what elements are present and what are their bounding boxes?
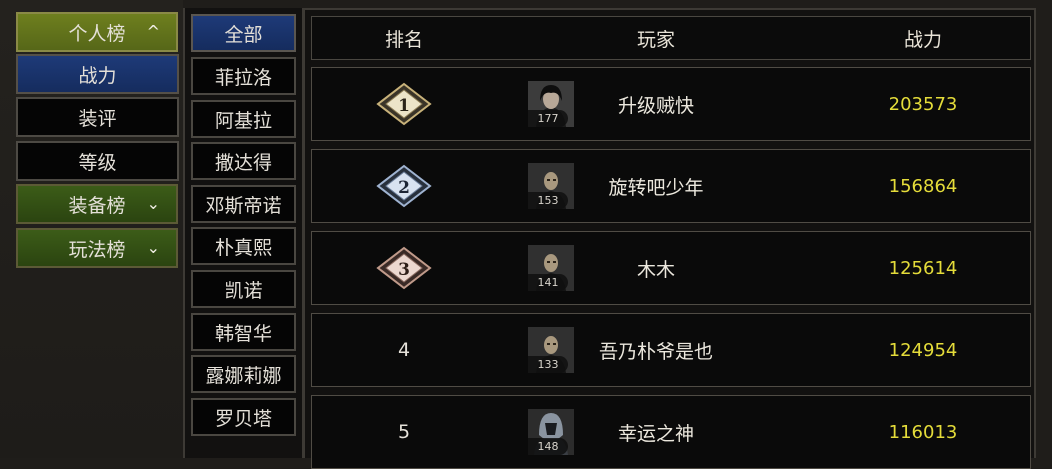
ranking-table: 排名 玩家 战力 1 177 升级贼快 203573 2 153 旋转吧少年 1… — [303, 8, 1036, 469]
power-cell: 124954 — [816, 314, 1030, 386]
character-tab[interactable]: 罗贝塔 — [191, 398, 296, 436]
player-name: 吾乃朴爷是也 — [598, 340, 713, 363]
power-cell: 156864 — [816, 150, 1030, 222]
player-level: 141 — [528, 274, 568, 291]
personal-ranking-category[interactable]: 个人榜 ^ — [16, 12, 178, 52]
equipment-ranking-category[interactable]: 装备榜 ⌄ — [16, 184, 178, 224]
rank-number: 4 — [397, 339, 411, 361]
power-value: 203573 — [888, 93, 958, 115]
table-header: 排名 玩家 战力 — [311, 16, 1031, 60]
menu-item-level[interactable]: 等级 — [16, 141, 179, 181]
character-tab-label: 邓斯帝诺 — [205, 194, 282, 217]
header-player: 玩家 — [636, 28, 675, 51]
header-rank: 排名 — [384, 28, 423, 51]
personal-ranking-label: 个人榜 — [68, 22, 126, 45]
power-value: 156864 — [888, 175, 958, 197]
gameplay-ranking-category[interactable]: 玩法榜 ⌄ — [16, 228, 178, 268]
chevron-down-icon: ⌄ — [146, 194, 160, 213]
power-value: 125614 — [888, 257, 958, 279]
rank-3-medal-icon: 3 — [376, 246, 432, 290]
character-tab[interactable]: 阿基拉 — [191, 100, 296, 138]
menu-item-label: 战力 — [78, 64, 117, 87]
table-row[interactable]: 2 153 旋转吧少年 156864 — [311, 149, 1031, 223]
character-tab[interactable]: 撒达得 — [191, 142, 296, 180]
table-row[interactable]: 1 177 升级贼快 203573 — [311, 67, 1031, 141]
medal-rank-text: 3 — [398, 260, 410, 280]
character-tab-label: 朴真熙 — [214, 236, 272, 259]
character-tab-label: 全部 — [224, 23, 263, 46]
player-level: 148 — [528, 438, 568, 455]
player-level: 153 — [528, 192, 568, 209]
player-avatar[interactable]: 133 — [528, 327, 574, 373]
character-tab[interactable]: 朴真熙 — [191, 227, 296, 265]
player-avatar[interactable]: 177 — [528, 81, 574, 127]
table-row[interactable]: 3 141 木木 125614 — [311, 231, 1031, 305]
character-tab[interactable]: 露娜莉娜 — [191, 355, 296, 393]
character-tab[interactable]: 邓斯帝诺 — [191, 185, 296, 223]
rank-cell: 2 — [312, 150, 496, 222]
chevron-down-icon: ⌄ — [146, 238, 160, 257]
player-name: 木木 — [636, 258, 675, 281]
player-avatar[interactable]: 141 — [528, 245, 574, 291]
power-cell: 116013 — [816, 396, 1030, 468]
power-cell: 125614 — [816, 232, 1030, 304]
menu-item-gear-score[interactable]: 装评 — [16, 97, 179, 137]
menu-item-label: 装评 — [78, 107, 117, 130]
power-cell: 203573 — [816, 68, 1030, 140]
player-avatar[interactable]: 153 — [528, 163, 574, 209]
menu-item-label: 等级 — [78, 151, 117, 174]
rank-2-medal-icon: 2 — [376, 164, 432, 208]
rank-number: 5 — [397, 421, 411, 443]
character-tab-label: 韩智华 — [214, 322, 272, 345]
power-value: 116013 — [888, 421, 958, 443]
player-avatar[interactable]: 148 — [528, 409, 574, 455]
character-tab-label: 撒达得 — [214, 151, 272, 174]
character-tab-label: 菲拉洛 — [214, 66, 272, 89]
player-name: 幸运之神 — [617, 422, 694, 445]
rank-cell: 4 — [312, 314, 496, 386]
table-row[interactable]: 4 133 吾乃朴爷是也 124954 — [311, 313, 1031, 387]
rank-1-medal-icon: 1 — [376, 82, 432, 126]
player-level: 177 — [528, 110, 568, 127]
rank-cell: 5 — [312, 396, 496, 468]
left-menu-panel: 个人榜 ^ 战力 装评 等级 装备榜 ⌄ 玩法榜 ⌄ — [0, 0, 183, 458]
medal-rank-text: 2 — [398, 178, 410, 198]
header-power: 战力 — [903, 28, 942, 51]
menu-item-power[interactable]: 战力 — [16, 54, 179, 94]
rank-cell: 3 — [312, 232, 496, 304]
character-tab[interactable]: 韩智华 — [191, 313, 296, 351]
character-tab-label: 阿基拉 — [214, 109, 272, 132]
player-level: 133 — [528, 356, 568, 373]
character-tab-label: 罗贝塔 — [214, 407, 272, 430]
power-value: 124954 — [888, 339, 958, 361]
character-tab[interactable]: 菲拉洛 — [191, 57, 296, 95]
gameplay-ranking-label: 玩法榜 — [68, 238, 126, 261]
player-name: 旋转吧少年 — [608, 176, 704, 199]
equipment-ranking-label: 装备榜 — [68, 194, 126, 217]
character-filter-panel: 全部 菲拉洛 阿基拉 撒达得 邓斯帝诺 朴真熙 凯诺 韩智华 露娜莉娜 罗贝塔 — [183, 8, 304, 458]
rank-cell: 1 — [312, 68, 496, 140]
chevron-up-icon: ^ — [146, 22, 160, 41]
player-name: 升级贼快 — [617, 94, 694, 117]
character-tab[interactable]: 凯诺 — [191, 270, 296, 308]
character-tab-all[interactable]: 全部 — [191, 14, 296, 52]
character-tab-label: 凯诺 — [224, 279, 263, 302]
medal-rank-text: 1 — [398, 96, 410, 116]
character-tab-label: 露娜莉娜 — [205, 364, 282, 387]
